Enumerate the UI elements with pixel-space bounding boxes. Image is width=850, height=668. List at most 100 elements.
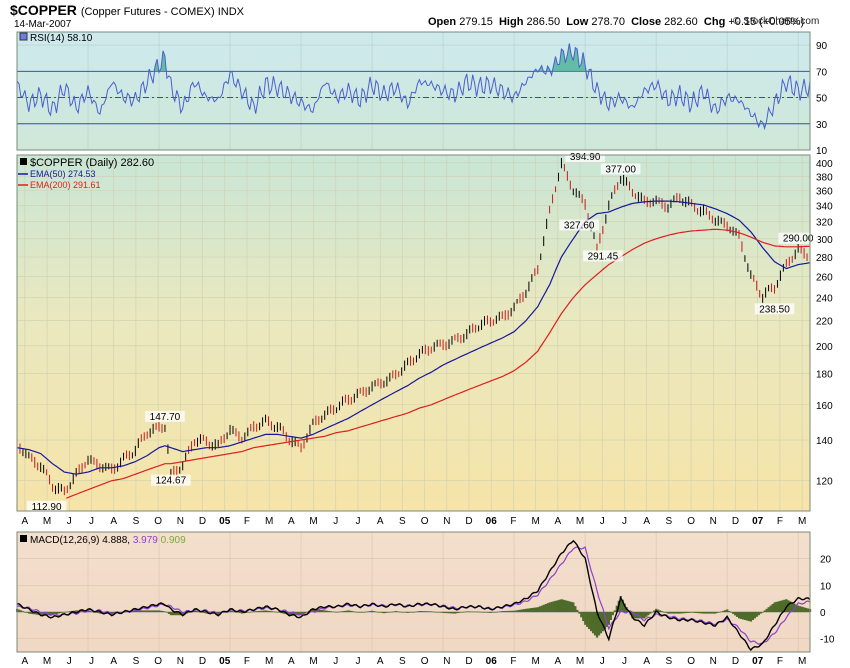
price-tick-label: 140	[816, 436, 833, 447]
macd-histogram-bar	[690, 612, 693, 613]
macd-histogram-bar	[337, 611, 340, 613]
macd-x-tick-label: J	[333, 656, 338, 667]
macd-histogram-bar	[664, 612, 668, 613]
rsi-tick-label: 70	[816, 67, 828, 78]
macd-histogram-bar	[487, 612, 490, 613]
price-tick-label: 180	[816, 370, 833, 381]
rsi-tick-label: 30	[816, 120, 828, 131]
macd-histogram-bar	[773, 602, 776, 612]
price-x-tick-label: S	[399, 516, 406, 527]
macd-histogram-bar	[268, 610, 271, 612]
macd-histogram-bar	[485, 612, 488, 613]
macd-histogram-bar	[509, 610, 512, 612]
macd-histogram-bar	[491, 612, 494, 613]
macd-histogram-bar	[17, 609, 21, 612]
macd-plot-area	[16, 531, 811, 653]
macd-histogram-bar	[560, 599, 563, 612]
macd-histogram-bar	[505, 610, 508, 612]
macd-histogram-bar	[771, 604, 774, 612]
macd-histogram-bar	[732, 612, 735, 614]
macd-tick-label: 20	[820, 555, 832, 566]
macd-histogram-bar	[497, 611, 500, 613]
macd-histogram-bar	[558, 599, 561, 612]
price-annotation-label: 327.60	[564, 221, 595, 232]
macd-histogram-bar	[475, 611, 478, 613]
macd-histogram-bar	[544, 604, 547, 612]
macd-histogram-bar	[165, 612, 169, 613]
macd-histogram-bar	[678, 612, 682, 614]
chart-canvas: 90 70 50 30 10 RSI(14) 58.10 400 380 360 340 320 3…	[16, 31, 835, 667]
macd-histogram-bar	[434, 611, 437, 613]
macd-histogram-bar	[548, 602, 551, 612]
macd-x-tick-label: 07	[752, 656, 764, 667]
macd-histogram-bar	[410, 612, 413, 613]
macd-histogram-bar	[737, 612, 741, 619]
macd-histogram-bar	[29, 612, 33, 614]
macd-histogram-bar	[566, 600, 569, 612]
price-annotation-label: 291.45	[588, 251, 619, 262]
macd-histogram-bar	[759, 612, 762, 614]
macd-histogram-bar	[730, 612, 733, 613]
price-x-tick-label: S	[666, 516, 673, 527]
macd-x-tick-label: N	[443, 656, 450, 667]
macd-histogram-bar	[440, 612, 443, 613]
macd-histogram-bar	[528, 608, 532, 612]
macd-histogram-bar	[345, 610, 348, 612]
macd-histogram-bar	[556, 600, 559, 612]
macd-x-tick-label: M	[798, 656, 806, 667]
macd-histogram-bar	[747, 612, 751, 622]
macd-x-tick-label: O	[421, 656, 429, 667]
macd-histogram-bar	[663, 612, 666, 613]
macd-histogram-bar	[430, 611, 433, 612]
macd-histogram-bar	[688, 612, 691, 613]
macd-histogram-bar	[459, 612, 463, 613]
macd-histogram-bar	[593, 612, 597, 636]
macd-histogram-bar	[396, 611, 399, 612]
macd-histogram-bar	[347, 610, 350, 612]
macd-histogram-bar	[724, 610, 727, 612]
macd-histogram-bar	[739, 612, 743, 619]
macd-histogram-bar	[333, 611, 336, 613]
price-tick-label: 280	[816, 253, 833, 264]
macd-histogram-bar	[250, 611, 253, 613]
macd-histogram-bar	[781, 600, 784, 612]
price-tick-label: 260	[816, 273, 833, 284]
price-tick-label: 240	[816, 294, 833, 305]
price-x-tick-label: D	[732, 516, 739, 527]
macd-histogram-bar	[457, 612, 461, 613]
macd-histogram-bar	[704, 612, 707, 614]
macd-x-tick-label: O	[154, 656, 162, 667]
macd-histogram-bar	[65, 611, 68, 613]
macd-histogram-bar	[765, 608, 768, 612]
macd-histogram-bar	[371, 610, 374, 612]
macd-histogram-bar	[388, 612, 392, 613]
macd-histogram-bar	[777, 601, 780, 612]
macd-histogram-bar	[404, 612, 407, 613]
macd-histogram-bar	[552, 601, 555, 612]
macd-histogram-bar	[327, 610, 330, 612]
macd-histogram-bar	[394, 611, 397, 612]
macd-histogram-bar	[550, 601, 553, 612]
macd-histogram-bar	[517, 610, 520, 612]
macd-histogram-bar	[511, 610, 514, 612]
macd-histogram-bar	[779, 600, 782, 612]
macd-histogram-bar	[335, 612, 338, 613]
rsi-legend: RSI(14) 58.10	[30, 33, 93, 44]
macd-histogram-bar	[325, 610, 328, 612]
macd-histogram-bar	[714, 612, 717, 614]
macd-histogram-bar	[741, 612, 745, 620]
macd-histogram-bar	[124, 611, 127, 613]
macd-histogram-bar	[367, 611, 370, 612]
macd-histogram-bar	[668, 612, 672, 614]
macd-histogram-bar	[503, 610, 506, 612]
macd-x-tick-label: S	[133, 656, 140, 667]
macd-histogram-bar	[304, 612, 307, 614]
macd-histogram-bar	[467, 611, 470, 613]
macd-histogram-bar	[584, 612, 587, 625]
macd-histogram-bar	[495, 612, 498, 613]
price-tick-label: 220	[816, 317, 833, 328]
macd-histogram-bar	[343, 610, 346, 612]
macd-histogram-bar	[380, 612, 384, 613]
macd-histogram-bar	[722, 610, 725, 612]
macd-histogram-bar	[524, 608, 528, 612]
